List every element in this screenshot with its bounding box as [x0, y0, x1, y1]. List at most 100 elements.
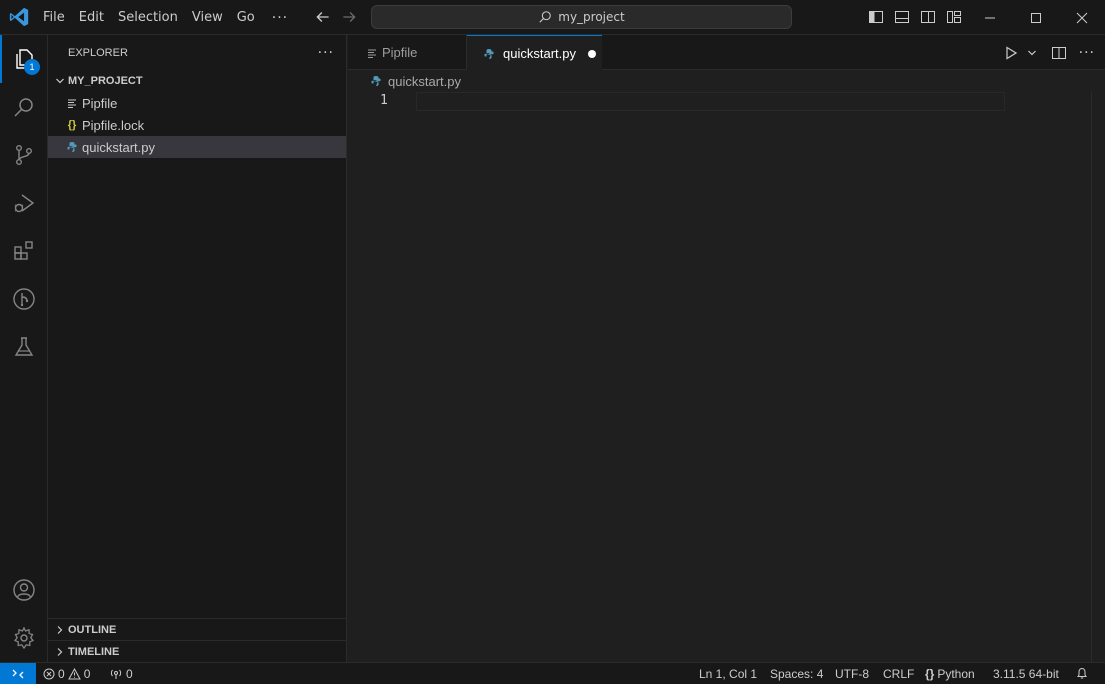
text-file-icon — [364, 45, 380, 61]
notifications[interactable] — [1076, 663, 1088, 684]
toggle-primary-sidebar-icon[interactable] — [868, 9, 884, 25]
maximize-icon — [1031, 12, 1041, 23]
project-name: MY_PROJECT — [68, 75, 143, 87]
python-file-icon — [368, 73, 384, 89]
file-pipfile[interactable]: Pipfile — [48, 92, 346, 114]
activity-search[interactable] — [0, 83, 48, 131]
editor-more-actions-button[interactable]: ··· — [1079, 45, 1095, 61]
error-count: 0 — [58, 666, 65, 681]
menu-go[interactable]: Go — [230, 0, 262, 35]
git-graph-icon — [13, 288, 35, 310]
menu-view[interactable]: View — [185, 0, 230, 35]
activity-manage[interactable] — [0, 614, 48, 662]
menu-edit[interactable]: Edit — [72, 0, 111, 35]
bell-icon — [1077, 667, 1087, 679]
warning-icon — [67, 667, 81, 679]
menu-file[interactable]: File — [36, 0, 72, 35]
minimize-icon — [985, 17, 995, 18]
outline-label: OUTLINE — [68, 623, 117, 636]
toggle-secondary-sidebar-icon[interactable] — [920, 9, 936, 25]
breadcrumb: quickstart.py — [348, 70, 1105, 92]
braces-icon: {} — [925, 666, 935, 681]
problems-indicator[interactable]: 0 0 — [43, 663, 90, 684]
file-quickstart-py[interactable]: quickstart.py — [48, 136, 346, 158]
explorer-header: EXPLORER ··· — [48, 35, 346, 70]
file-label: Pipfile — [82, 95, 118, 111]
code-editor[interactable]: 1 — [348, 92, 1105, 662]
remote-indicator[interactable] — [0, 663, 36, 684]
ports-count: 0 — [126, 666, 133, 681]
activity-source-control[interactable] — [0, 131, 48, 179]
timeline-label: TIMELINE — [68, 645, 120, 658]
activity-extensions[interactable] — [0, 227, 48, 275]
settings-gear-icon — [13, 626, 35, 650]
forward-arrow-icon[interactable] — [340, 8, 358, 26]
broadcast-icon — [110, 669, 122, 679]
activity-explorer[interactable]: 1 — [0, 35, 48, 83]
activity-bar: 1 — [0, 35, 48, 662]
activity-git-graph[interactable] — [0, 275, 48, 323]
breadcrumb-file[interactable]: quickstart.py — [388, 74, 461, 89]
project-folder-header[interactable]: MY_PROJECT — [48, 70, 346, 92]
chevron-down-icon[interactable] — [1027, 48, 1037, 58]
outline-section-header[interactable]: OUTLINE — [48, 618, 346, 640]
warning-count: 0 — [83, 666, 91, 681]
editor-tab-bar: Pipfile quickstart.py ··· — [348, 35, 1105, 71]
line-ending[interactable]: CRLF — [883, 663, 914, 684]
unsaved-dot-icon[interactable] — [587, 49, 596, 58]
encoding[interactable]: UTF-8 — [835, 663, 869, 684]
testing-icon — [14, 337, 34, 356]
vscode-logo-icon — [9, 7, 29, 27]
explorer-title: EXPLORER — [68, 46, 128, 59]
file-pipfile-lock[interactable]: {} Pipfile.lock — [48, 114, 346, 136]
title-bar: File Edit Selection View Go ··· my_proje… — [0, 0, 1105, 35]
explorer-sidebar: EXPLORER ··· MY_PROJECT Pipfile {} Pipfi… — [48, 35, 347, 662]
file-label: quickstart.py — [82, 139, 155, 155]
ports-indicator[interactable]: 0 — [109, 663, 133, 684]
menu-bar: File Edit Selection View Go ··· — [36, 0, 298, 35]
maximize-button[interactable] — [1013, 0, 1059, 35]
tab-label: quickstart.py — [503, 46, 576, 61]
editor-actions: ··· — [1003, 35, 1095, 70]
sidebar-bottom-sections: OUTLINE TIMELINE — [48, 618, 346, 662]
run-python-file-icon[interactable] — [1003, 45, 1019, 61]
back-arrow-icon[interactable] — [314, 8, 332, 26]
timeline-section-header[interactable]: TIMELINE — [48, 640, 346, 662]
language-mode[interactable]: {} Python — [925, 663, 975, 684]
close-icon — [1076, 12, 1088, 23]
toggle-panel-icon[interactable] — [894, 9, 910, 25]
text-file-icon — [64, 95, 80, 111]
tab-quickstart-py[interactable]: quickstart.py — [467, 35, 602, 71]
activity-run-debug[interactable] — [0, 179, 48, 227]
python-interpreter[interactable]: 3.11.5 64-bit — [993, 663, 1059, 684]
minimize-button[interactable] — [967, 0, 1013, 35]
source-control-icon — [15, 145, 32, 166]
extensions-icon — [14, 241, 33, 260]
run-debug-icon — [14, 194, 35, 213]
file-label: Pipfile.lock — [82, 117, 145, 133]
editor-scrollbar[interactable] — [1091, 92, 1105, 662]
search-icon — [14, 98, 33, 117]
menu-more-button[interactable]: ··· — [262, 10, 298, 26]
indentation[interactable]: Spaces: 4 — [770, 663, 823, 684]
remote-icon — [12, 669, 24, 678]
chevron-down-icon — [52, 73, 68, 89]
split-editor-icon[interactable] — [1051, 45, 1067, 61]
activity-testing[interactable] — [0, 323, 48, 371]
menu-selection[interactable]: Selection — [111, 0, 185, 35]
search-icon — [539, 11, 552, 23]
explorer-more-button[interactable]: ··· — [318, 45, 334, 61]
chevron-right-icon — [52, 644, 68, 660]
tab-pipfile[interactable]: Pipfile — [348, 35, 467, 70]
customize-layout-icon[interactable] — [946, 9, 962, 25]
language-label: Python — [937, 666, 975, 681]
activity-accounts[interactable] — [0, 566, 48, 614]
close-window-button[interactable] — [1059, 0, 1105, 35]
command-center-search[interactable]: my_project — [371, 5, 792, 29]
account-icon — [13, 579, 35, 601]
python-file-icon — [64, 139, 80, 155]
error-icon — [43, 668, 55, 679]
cursor-position[interactable]: Ln 1, Col 1 — [699, 663, 757, 684]
command-center-label: my_project — [558, 10, 625, 24]
line-number: 1 — [380, 93, 388, 108]
